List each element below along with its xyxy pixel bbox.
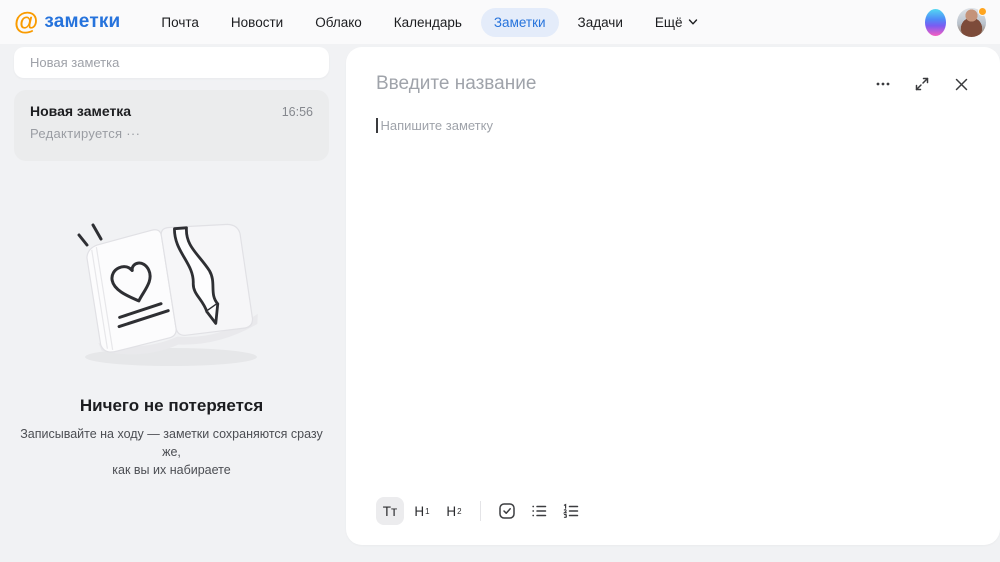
note-list-item[interactable]: Новая заметка 16:56 Редактируется ··· — [14, 90, 329, 161]
bullet-list-icon[interactable] — [525, 497, 553, 525]
nav-item-tasks[interactable]: Задачи — [565, 8, 636, 37]
nav-item-calendar[interactable]: Календарь — [381, 8, 475, 37]
content-area: Новая заметка 16:56 Редактируется ··· — [0, 44, 1000, 562]
editor-actions — [874, 75, 970, 93]
note-editor-panel: Введите название — [346, 47, 1000, 545]
notes-sidebar: Новая заметка 16:56 Редактируется ··· — [0, 44, 346, 562]
numbered-list-icon[interactable] — [557, 497, 585, 525]
empty-state-title: Ничего не потеряется — [14, 396, 329, 416]
expand-icon[interactable] — [913, 75, 931, 93]
note-title: Новая заметка — [30, 103, 131, 119]
heading-2-button[interactable]: H2 — [440, 497, 468, 525]
logo-brand-text: заметки — [44, 11, 120, 33]
checkbox-icon[interactable] — [493, 497, 521, 525]
notebook-with-heart-illustration — [43, 205, 301, 373]
notification-dot — [978, 7, 987, 16]
nav-item-more[interactable]: Ещё — [642, 8, 711, 37]
top-navigation-bar: @ заметки Почта Новости Облако Календарь… — [0, 0, 1000, 44]
sidebar-empty-state: Ничего не потеряется Записывайте на ходу… — [14, 205, 329, 479]
text-caret — [376, 118, 378, 133]
new-note-input[interactable] — [14, 47, 329, 78]
assistant-orb-icon[interactable] — [925, 9, 946, 36]
topbar-right-cluster — [925, 8, 986, 37]
mailru-notes-logo[interactable]: @ заметки — [14, 10, 120, 35]
text-style-button[interactable]: Тт — [376, 497, 404, 525]
note-body-input[interactable]: Напишите заметку — [376, 118, 970, 497]
nav-item-cloud[interactable]: Облако — [302, 8, 375, 37]
note-status: Редактируется ··· — [30, 126, 313, 141]
more-options-icon[interactable] — [874, 75, 892, 93]
user-avatar[interactable] — [957, 8, 986, 37]
note-timestamp: 16:56 — [282, 105, 313, 119]
toolbar-divider — [480, 501, 481, 521]
nav-item-notes[interactable]: Заметки — [481, 8, 559, 37]
note-title-input[interactable]: Введите название — [376, 73, 874, 95]
chevron-down-icon — [688, 17, 698, 27]
formatting-toolbar: Тт H1 H2 — [376, 497, 970, 525]
heading-1-button[interactable]: H1 — [408, 497, 436, 525]
mailru-at-icon: @ — [14, 10, 38, 35]
nav-item-mail[interactable]: Почта — [148, 8, 212, 37]
main-nav: Почта Новости Облако Календарь Заметки З… — [148, 8, 710, 37]
empty-state-subtitle: Записывайте на ходу — заметки сохраняютс… — [14, 425, 329, 479]
nav-item-news[interactable]: Новости — [218, 8, 296, 37]
close-icon[interactable] — [952, 75, 970, 93]
